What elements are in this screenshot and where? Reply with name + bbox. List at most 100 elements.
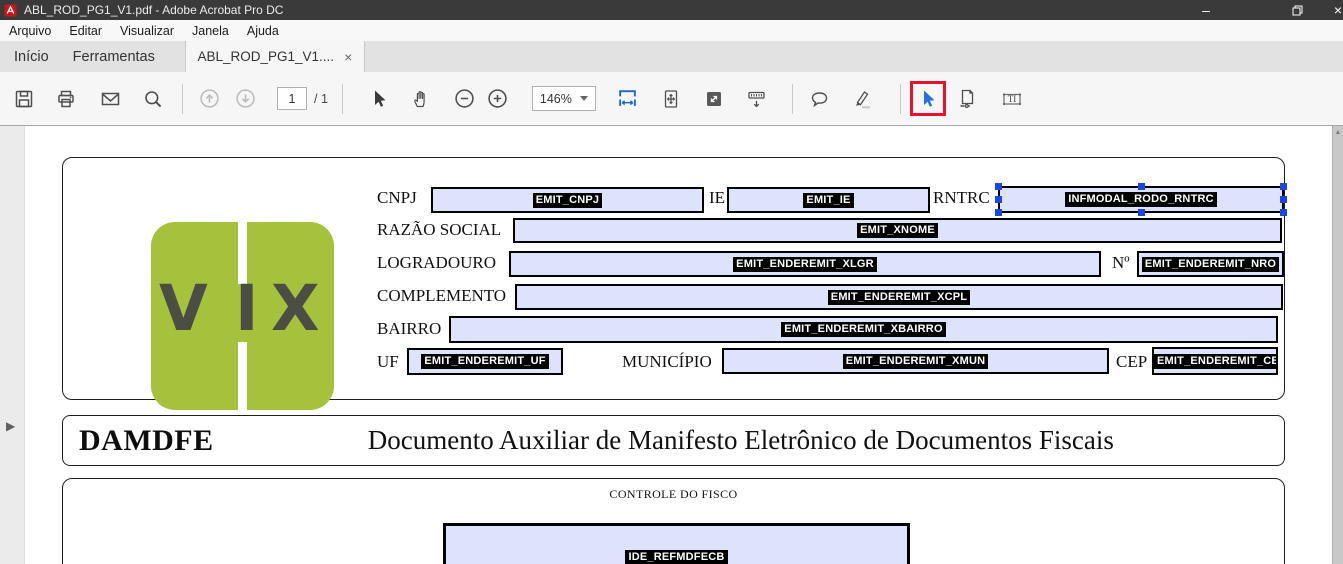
page-down-icon [235,89,255,108]
tab-document-label: ABL_ROD_PG1_V1.... [197,49,335,64]
form-field-xmun[interactable]: EMIT_ENDEREMIT_XMUN [722,348,1109,374]
label-complemento: COMPLEMENTO [377,286,507,305]
reading-mode-button[interactable] [739,81,775,117]
menu-ajuda[interactable]: Ajuda [238,20,288,41]
tab-bar: Início Ferramentas ABL_ROD_PG1_V1.... × [0,41,1343,72]
field-name-tag: EMIT_ENDEREMIT_NRO [1141,256,1280,272]
email-button[interactable] [92,81,128,117]
svg-text:TI: TI [1008,94,1017,104]
select-tool-button[interactable] [361,81,397,117]
highlight-button[interactable] [845,81,881,117]
selection-handle[interactable] [995,183,1002,190]
tab-ferramentas[interactable]: Ferramentas [61,41,167,72]
menu-arquivo[interactable]: Arquivo [0,20,60,41]
form-field-xlgr[interactable]: EMIT_ENDEREMIT_XLGR [509,251,1101,277]
fit-page-button[interactable] [653,81,689,117]
toolbar-separator [341,83,343,114]
form-field-emit-cnpj[interactable]: EMIT_CNPJ [431,187,704,213]
logo-letter-x: X [271,272,320,345]
damdfe-title: Documento Auxiliar de Manifesto Eletrôni… [367,425,1114,455]
comment-bubble-icon [812,91,828,107]
selection-handle[interactable] [995,209,1002,216]
label-municipio: MUNICÍPIO [622,352,712,371]
scroll-up-icon[interactable]: ▲ [1333,129,1343,136]
page-number-input[interactable]: 1 [277,87,307,110]
fullscreen-button[interactable] [696,81,732,117]
field-name-tag: EMIT_CNPJ [532,192,603,208]
field-name-tag: EMIT_ENDEREMIT_CEP [1154,353,1276,369]
hand-tool-button[interactable] [403,81,439,117]
print-button[interactable] [48,81,84,117]
text-field-tool-button[interactable]: TI [994,81,1030,117]
comment-button[interactable] [802,81,838,117]
selection-handle[interactable] [1280,196,1287,203]
acrobat-logo-icon [4,4,17,16]
menu-visualizar[interactable]: Visualizar [111,20,183,41]
email-icon [101,92,119,105]
form-field-xcpl[interactable]: EMIT_ENDEREMIT_XCPL [515,284,1283,310]
logo-letter-v: V [159,272,208,345]
search-icon [145,90,162,107]
zoom-out-icon [455,89,475,108]
field-name-tag: EMIT_ENDEREMIT_XMUN [842,353,989,369]
tab-inicio[interactable]: Início [2,41,61,72]
menu-editar[interactable]: Editar [60,20,111,41]
selection-handle[interactable] [995,196,1002,203]
cursor-icon [374,90,386,107]
expand-panel-icon[interactable]: ▶ [6,420,15,432]
form-select-tool-button[interactable] [914,85,942,113]
selection-handle[interactable] [1280,183,1287,190]
form-field-xbairro[interactable]: EMIT_ENDEREMIT_XBAIRRO [449,316,1278,343]
selection-handle[interactable] [1137,209,1145,216]
fit-width-icon [619,90,637,106]
zoom-in-button[interactable] [480,81,516,117]
field-name-tag: EMIT_IE [803,192,854,208]
form-field-rntrc-selected[interactable]: INFMODAL_RODO_RNTRC [995,183,1287,216]
form-field-refmdfecb[interactable]: IDE_REFMDFECB [443,523,910,564]
zoom-level-dropdown[interactable]: 146% [531,86,596,111]
damdfe-header-box: DAMDFE Documento Auxiliar de Manifesto E… [62,415,1285,466]
selection-handle[interactable] [1137,183,1145,190]
menu-bar: Arquivo Editar Visualizar Janela Ajuda [0,20,1343,41]
window-title: ABL_ROD_PG1_V1.pdf - Adobe Acrobat Pro D… [24,3,284,17]
page-properties-button[interactable] [950,81,986,117]
next-page-button[interactable] [227,81,263,117]
fit-width-button[interactable] [610,81,646,117]
toolbar-separator [899,83,901,114]
tab-close-icon[interactable]: × [344,49,352,65]
form-field-cep[interactable]: EMIT_ENDEREMIT_CEP [1152,347,1278,375]
print-icon [58,90,74,107]
search-button[interactable] [135,81,171,117]
label-rntrc: RNTRC [933,188,990,207]
form-field-nro[interactable]: EMIT_ENDEREMIT_NRO [1137,251,1284,277]
label-uf: UF [377,352,399,371]
field-name-tag: EMIT_XNOME [857,223,938,238]
tab-document[interactable]: ABL_ROD_PG1_V1.... × [184,41,365,72]
selected-tool-highlight [909,81,946,116]
close-button[interactable]: × [1322,0,1343,20]
reading-mode-icon [748,91,766,107]
vertical-scrollbar[interactable]: ▲ [1332,126,1343,564]
previous-page-button[interactable] [191,81,227,117]
toolbar-separator [791,83,793,114]
logo-letter-i: I [235,272,259,345]
form-field-emit-ie[interactable]: EMIT_IE [727,187,930,213]
save-button[interactable] [6,81,42,117]
save-icon [15,90,33,107]
toolbar-separator [182,83,183,114]
restore-button[interactable] [1281,0,1313,20]
form-field-uf[interactable]: EMIT_ENDEREMIT_UF [407,348,563,375]
selection-handle[interactable] [1280,209,1287,216]
main-toolbar: 1 / 1 146% TI [0,72,1343,126]
zoom-in-icon [488,89,508,108]
form-field-xnome[interactable]: EMIT_XNOME [513,218,1282,243]
window-titlebar: ABL_ROD_PG1_V1.pdf - Adobe Acrobat Pro D… [0,0,1343,20]
zoom-level-value: 146% [539,91,572,106]
label-ie: IE [709,188,726,207]
vix-logo: V I X [151,222,334,410]
fullscreen-icon [706,91,721,106]
field-name-tag: EMIT_ENDEREMIT_UF [421,354,549,369]
menu-janela[interactable]: Janela [183,20,238,41]
minimize-button[interactable]: – [1190,0,1222,20]
zoom-out-button[interactable] [447,81,483,117]
